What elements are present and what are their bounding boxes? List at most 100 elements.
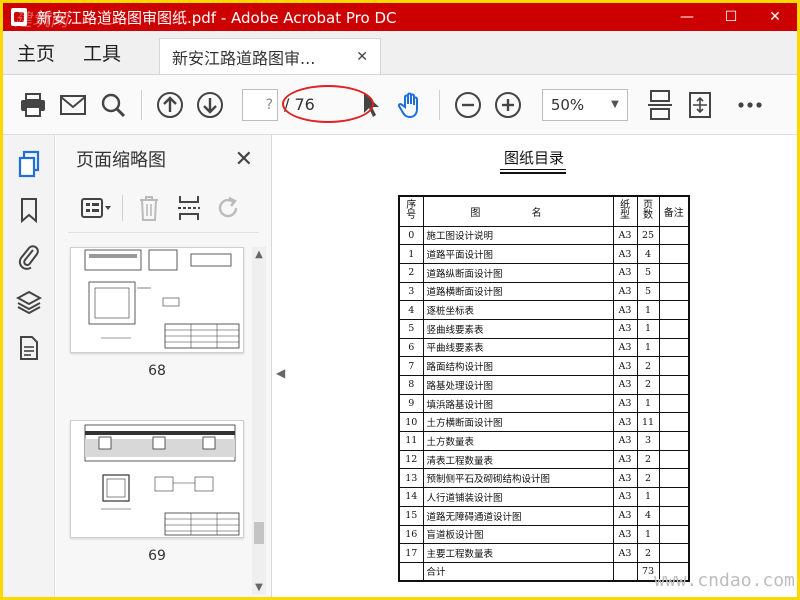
table-row: 8 路基处理设计图 A3 2 [398,375,690,395]
row-pages: 2 [636,375,660,395]
delete-page-icon[interactable] [129,190,169,226]
page-thumbnails-icon[interactable] [3,141,55,187]
more-icon[interactable] [730,85,770,125]
row-pages: 11 [636,412,660,433]
table-row: 2 道路纵断面设计图 A3 5 [398,262,690,283]
layers-icon[interactable] [3,279,55,325]
main-toolbar: ? / 76 50% ▼ [3,75,797,135]
zoom-in-icon[interactable] [488,85,528,125]
scrollbar-thumb[interactable] [254,522,264,544]
zoom-level-select[interactable]: 50% ▼ [541,88,628,121]
row-pages: 1 [636,318,660,339]
toolbar-separator [438,89,440,120]
table-row: 14 人行道铺装设计图 A3 1 [398,487,690,507]
row-pages: 2 [636,449,660,470]
thumbnails-scrollbar[interactable]: ▲ ▼ [252,247,266,595]
row-name: 道路横断面设计图 [422,281,614,302]
rotate-page-icon[interactable] [209,190,249,226]
row-no: 0 [398,225,424,246]
row-pages: 5 [636,281,660,302]
drawing-index-heading: 图纸目录 [504,149,565,167]
row-size: A3 [612,318,638,339]
fullscreen-icon[interactable] [680,85,720,125]
row-remark [658,337,690,358]
fit-page-icon[interactable] [640,85,680,125]
row-size: A3 [612,356,638,376]
row-size: A3 [612,244,638,264]
row-name: 人行道铺装设计图 [422,487,614,507]
maximize-button[interactable]: ☐ [709,3,753,31]
document-tab-close-button[interactable]: ✕ [356,49,368,65]
row-pages: 2 [636,356,660,376]
table-row: 7 路面结构设计图 A3 2 [398,356,690,376]
tab-home[interactable]: 主页 [3,30,69,74]
thumbnail-options-icon[interactable] [76,190,116,226]
thumbnails-toolbar-separator [122,194,123,221]
window-title: 新安江路道路图审图纸.pdf - Adobe Acrobat Pro DC [37,8,397,27]
table-row: 16 盲道板设计图 A3 1 [398,524,690,545]
row-no: 6 [398,337,424,358]
row-remark [658,524,690,545]
page-thumbnail-68[interactable] [70,247,244,353]
print-icon[interactable] [13,85,53,125]
table-total-row: 合计 73 [398,561,690,582]
row-no: 7 [398,356,424,376]
attachment-icon[interactable] [3,233,55,279]
row-name: 主要工程数量表 [422,543,614,563]
total-label: 合计 [422,561,614,582]
row-remark [658,412,690,433]
row-no: 3 [398,281,424,302]
row-name: 道路平面设计图 [422,244,614,264]
email-icon[interactable] [53,85,93,125]
heading-underline [500,172,566,174]
bookmark-icon[interactable] [3,187,55,233]
arrow-up-icon[interactable] [150,85,190,125]
row-remark [658,300,690,320]
zoom-out-icon[interactable] [448,85,488,125]
row-size: A3 [612,487,638,507]
row-size: A3 [612,337,638,358]
row-name: 路面结构设计图 [422,356,614,376]
scroll-up-arrow[interactable]: ▲ [252,249,266,260]
row-pages: 1 [636,524,660,545]
row-name: 预制侧平石及砌砌结构设计图 [422,468,614,489]
collapse-panel-arrow-icon[interactable]: ◀ [276,366,285,380]
tab-document[interactable]: 新安江路道路图审... ✕ [159,38,382,74]
close-panel-button[interactable]: ✕ [235,147,253,172]
table-row: 5 竖曲线要素表 A3 1 [398,318,690,339]
current-page-input[interactable]: ? [242,88,278,121]
row-size: A3 [612,524,638,545]
tab-tools[interactable]: 工具 [69,30,135,74]
page-thumbnail-69[interactable] [70,420,244,538]
scroll-down-arrow[interactable]: ▼ [252,582,266,593]
document-tab-label: 新安江路道路图审... [172,48,316,68]
row-size: A3 [612,543,638,563]
arrow-down-icon[interactable] [190,85,230,125]
row-name: 竖曲线要素表 [422,318,614,339]
table-row: 6 平曲线要素表 A3 1 [398,337,690,358]
search-icon[interactable] [93,85,133,125]
table-row: 4 逐桩坐标表 A3 1 [398,300,690,320]
row-no: 5 [398,318,424,339]
header-remark: 备注 [658,195,690,227]
header-name: 图 名 [422,195,614,227]
row-remark [658,356,690,376]
row-remark [658,468,690,489]
row-pages: 4 [636,505,660,526]
document-properties-icon[interactable] [3,325,55,371]
minimize-button[interactable]: — [665,3,709,31]
row-pages: 4 [636,244,660,264]
close-window-button[interactable]: ✕ [753,3,797,31]
row-no: 10 [398,412,424,433]
row-remark [658,449,690,470]
total-no-cell [398,561,424,582]
row-no: 16 [398,524,424,545]
row-remark [658,431,690,451]
insert-page-icon[interactable] [169,190,209,226]
row-no: 1 [398,244,424,264]
table-row: 15 道路无障碍通道设计图 A3 4 [398,505,690,526]
row-no: 8 [398,375,424,395]
hand-icon[interactable] [391,85,431,125]
row-no: 13 [398,468,424,489]
row-name: 平曲线要素表 [422,337,614,358]
